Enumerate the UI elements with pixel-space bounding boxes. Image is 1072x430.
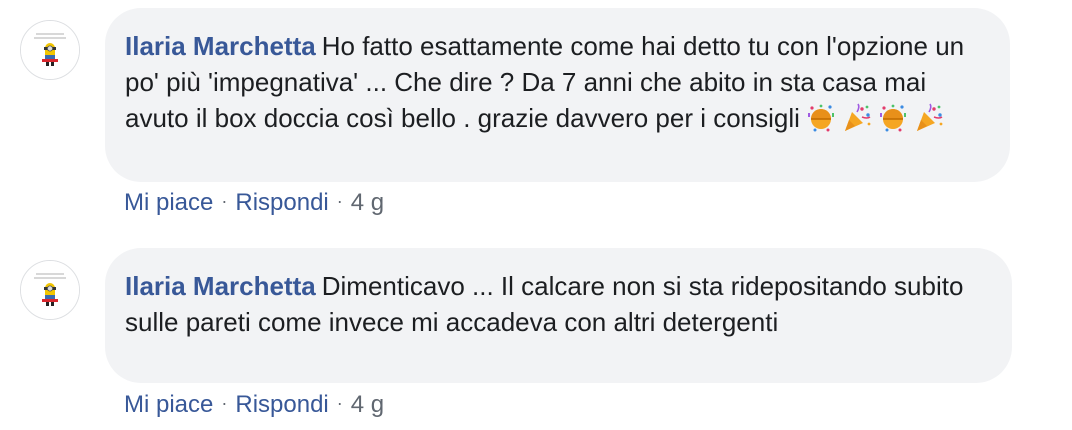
- party-popper-icon: [914, 103, 944, 133]
- confetti-ball-icon: [878, 103, 908, 133]
- comment-bubble: Ilaria Marchetta Ho fatto esattamente com…: [105, 8, 1010, 182]
- reply-link[interactable]: Rispondi: [235, 391, 328, 418]
- comment-feed: Ilaria Marchetta Ho fatto esattamente com…: [0, 0, 1072, 430]
- reply-link[interactable]: Rispondi: [235, 189, 328, 216]
- separator: ·: [221, 393, 228, 413]
- timestamp[interactable]: 4 g: [351, 189, 384, 216]
- party-popper-icon: [842, 103, 872, 133]
- timestamp[interactable]: 4 g: [351, 391, 384, 418]
- avatar[interactable]: [20, 260, 80, 320]
- comment-author[interactable]: Ilaria Marchetta: [125, 271, 316, 301]
- like-link[interactable]: Mi piace: [124, 391, 213, 418]
- comment-actions: Mi piace · Rispondi · 4 g: [124, 388, 384, 420]
- minion-avatar-icon: [21, 261, 79, 319]
- separator: ·: [336, 191, 343, 211]
- comment-text: Ilaria Marchetta Dimenticavo ... Il calca…: [125, 268, 990, 340]
- comment-author[interactable]: Ilaria Marchetta: [125, 31, 316, 61]
- separator: ·: [221, 191, 228, 211]
- comment-bubble: Ilaria Marchetta Dimenticavo ... Il calca…: [105, 248, 1012, 383]
- comment-text: Ilaria Marchetta Ho fatto esattamente com…: [125, 28, 988, 136]
- comment-actions: Mi piace · Rispondi · 4 g: [124, 186, 384, 218]
- minion-avatar-icon: [21, 21, 79, 79]
- separator: ·: [336, 393, 343, 413]
- avatar[interactable]: [20, 20, 80, 80]
- confetti-ball-icon: [806, 103, 836, 133]
- like-link[interactable]: Mi piace: [124, 189, 213, 216]
